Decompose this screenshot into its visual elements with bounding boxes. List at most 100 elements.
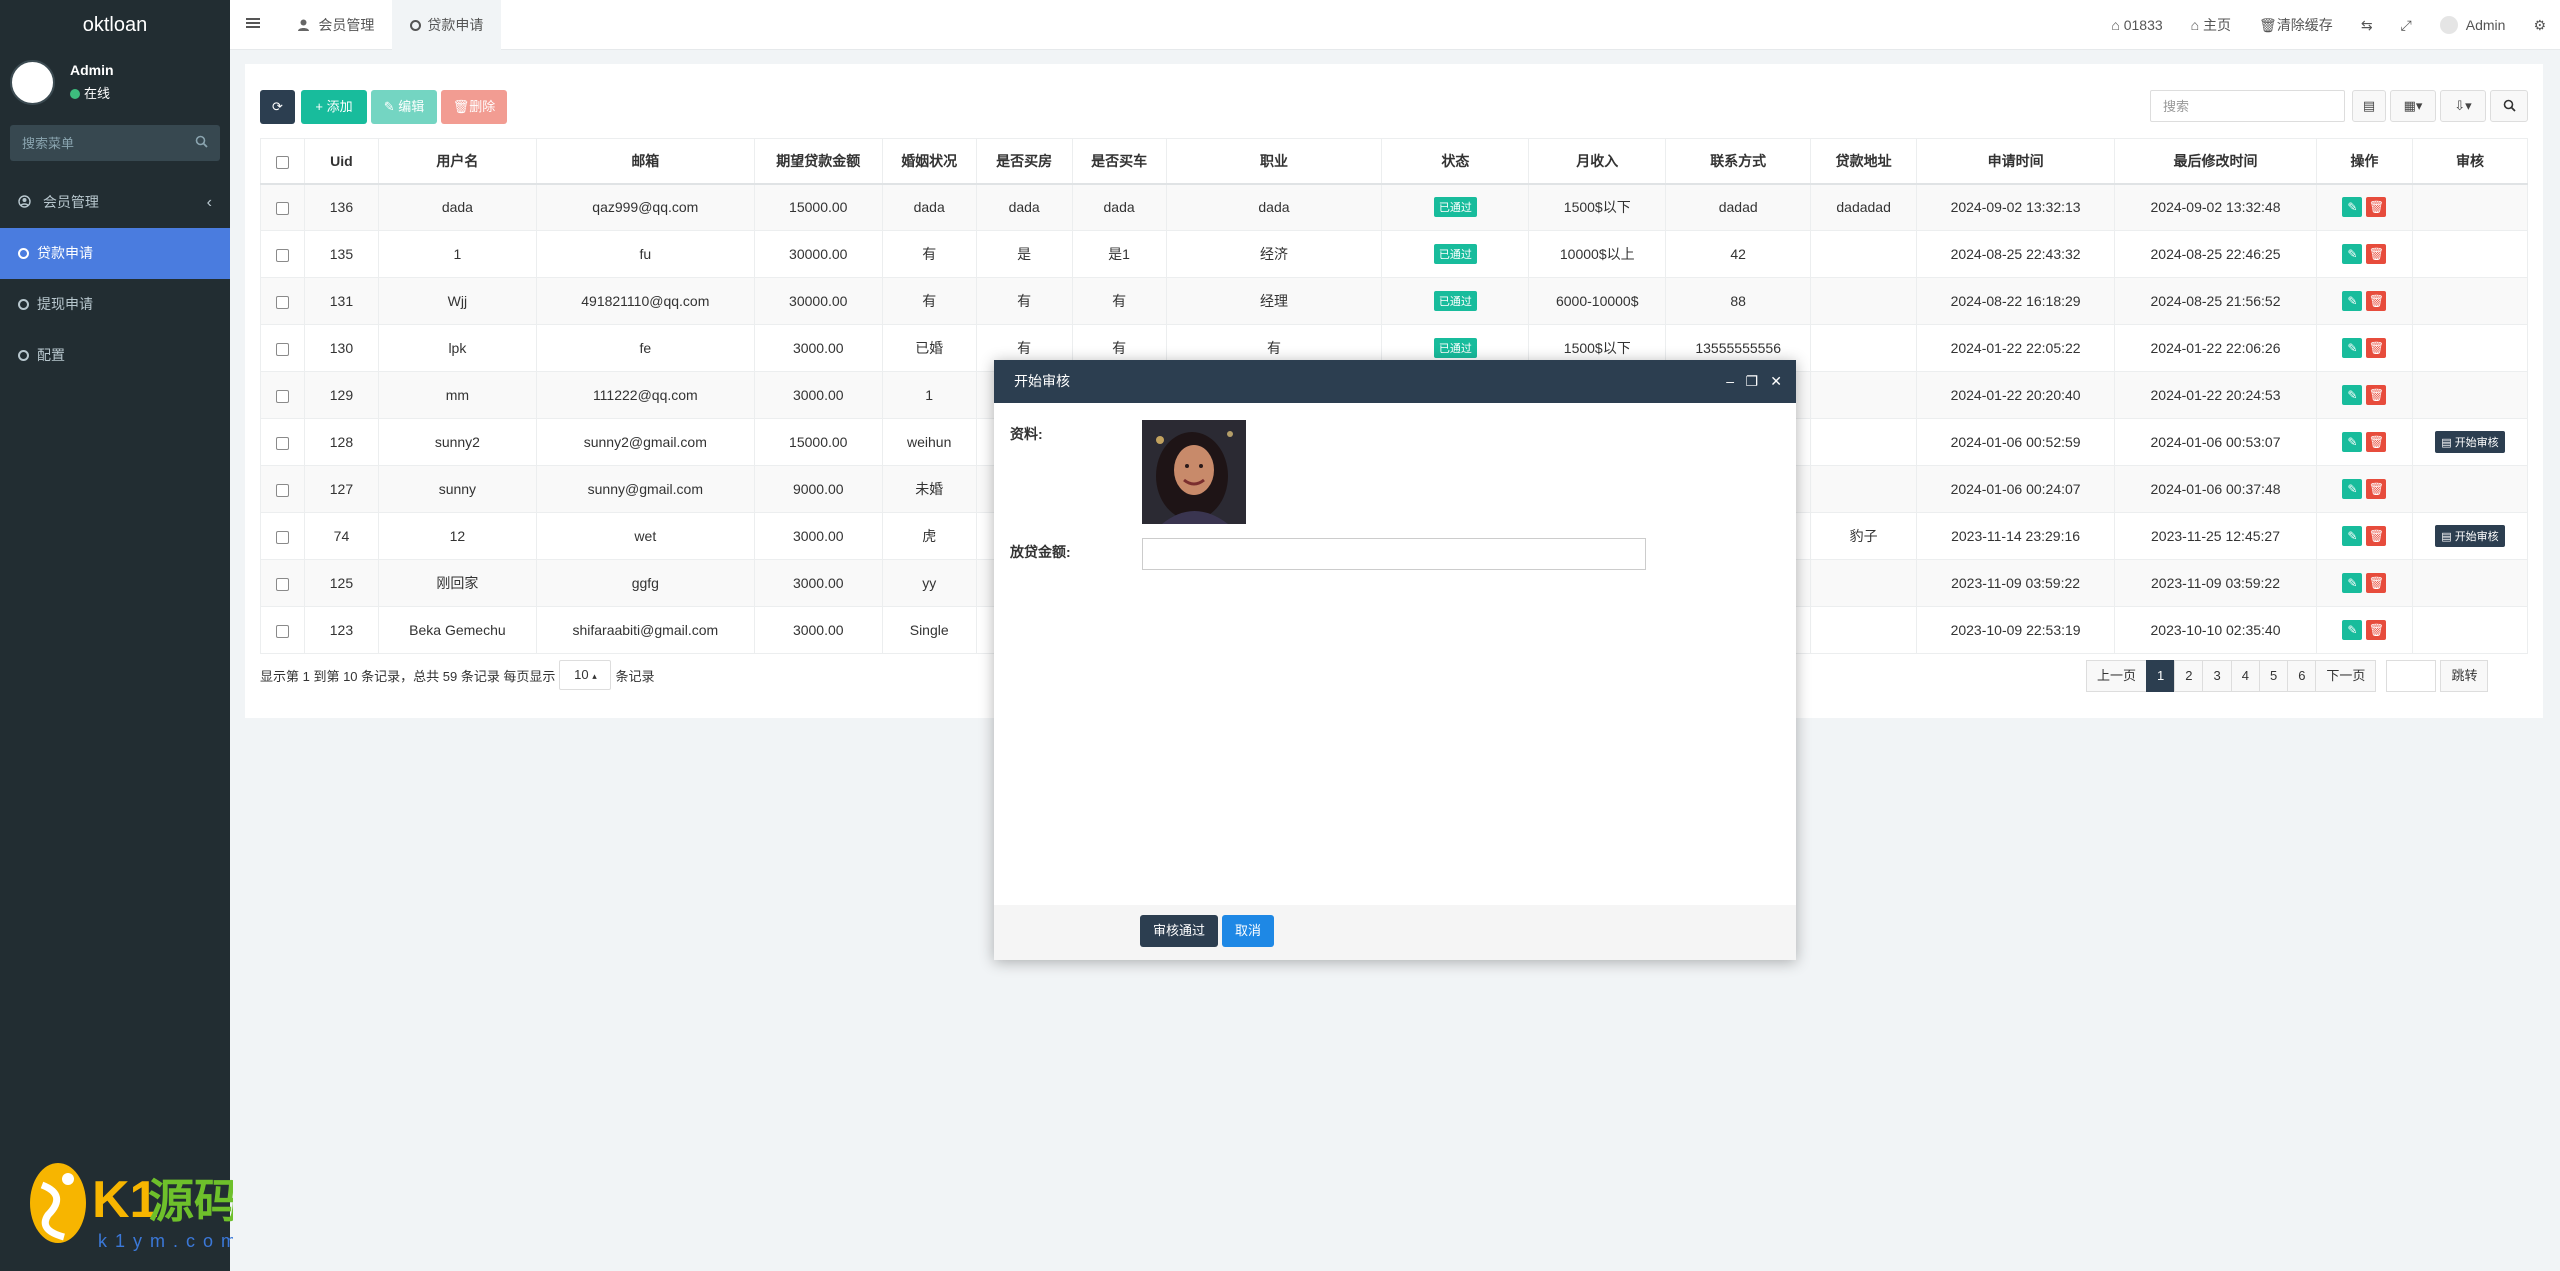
sidebar-search-input[interactable] — [10, 125, 220, 161]
delete-row-icon[interactable]: 🗑 — [2366, 291, 2387, 311]
delete-button[interactable]: 🗑删除 — [441, 90, 507, 124]
sidebar-item-member[interactable]: 会员管理 ‹ — [0, 177, 230, 228]
edit-button[interactable]: ✎ 编辑 — [371, 90, 437, 124]
page-next[interactable]: 下一页 — [2315, 660, 2377, 692]
edit-row-icon[interactable]: ✎ — [2342, 479, 2363, 499]
sidebar-item-loan[interactable]: 贷款申请 — [0, 228, 230, 279]
row-select-cell[interactable] — [260, 465, 305, 513]
row-checkbox[interactable] — [275, 202, 289, 216]
page-6[interactable]: 6 — [2287, 660, 2317, 692]
row-checkbox[interactable] — [275, 436, 289, 450]
page-2[interactable]: 2 — [2174, 660, 2204, 692]
translate-icon[interactable]: ⇆ — [2347, 17, 2387, 34]
clear-cache-button[interactable]: 🗑清除缓存 — [2245, 15, 2347, 35]
search-input[interactable] — [2150, 90, 2345, 122]
refresh-button[interactable]: ⟳ — [260, 90, 295, 124]
row-select-cell[interactable] — [260, 512, 305, 560]
cell-username: sunny — [377, 465, 537, 513]
select-all-checkbox[interactable] — [260, 138, 305, 185]
edit-row-icon[interactable]: ✎ — [2342, 526, 2363, 546]
row-select-cell[interactable] — [260, 371, 305, 419]
cell-modified-time: 2024-01-06 00:37:48 — [2114, 465, 2317, 513]
page-4[interactable]: 4 — [2230, 660, 2260, 692]
delete-row-icon[interactable]: 🗑 — [2366, 432, 2387, 452]
row-select-cell[interactable] — [260, 230, 305, 278]
page-5[interactable]: 5 — [2258, 660, 2289, 692]
table-row[interactable]: 136 dada qaz999@qq.com 15000.00 dada dada dada… — [260, 183, 2529, 231]
start-review-button[interactable]: ▤ 开始审核 — [2435, 525, 2505, 547]
row-select-cell[interactable] — [260, 418, 305, 466]
page-jump-button[interactable]: 跳转 — [2440, 660, 2489, 692]
loan-amount-input[interactable] — [1142, 538, 1646, 570]
table-row[interactable]: 131 Wjj 491821110@qq.com 30000.00 有有有经理 已通过 60… — [260, 277, 2529, 325]
search-button[interactable] — [2490, 90, 2528, 122]
row-select-cell[interactable] — [260, 559, 305, 607]
sidebar-item-config[interactable]: 配置 — [0, 330, 230, 381]
applicant-photo[interactable] — [1142, 420, 1246, 524]
row-checkbox[interactable] — [275, 624, 289, 638]
page-3[interactable]: 3 — [2202, 660, 2232, 692]
edit-row-icon[interactable]: ✎ — [2342, 197, 2363, 218]
row-checkbox[interactable] — [275, 577, 289, 591]
settings-icon[interactable]: ⚙ — [2519, 17, 2560, 34]
delete-row-icon[interactable]: 🗑 — [2366, 338, 2387, 358]
row-checkbox[interactable] — [275, 295, 289, 309]
cell-amount: 15000.00 — [753, 418, 883, 466]
edit-row-icon[interactable]: ✎ — [2342, 338, 2363, 358]
tab-member[interactable]: 会员管理 — [280, 0, 392, 50]
table-row[interactable]: 135 1 fu 30000.00 有是是1 经济 已通过 10000$以上 42 2024-08… — [260, 230, 2529, 278]
row-select-cell[interactable] — [260, 606, 305, 654]
maximize-icon[interactable]: ❐ — [1745, 360, 1758, 403]
page-size-select[interactable]: 10 ▴ — [559, 660, 612, 690]
search-icon[interactable] — [195, 135, 208, 151]
edit-row-icon[interactable]: ✎ — [2342, 573, 2363, 593]
checkbox[interactable] — [275, 155, 289, 169]
row-select-cell[interactable] — [260, 324, 305, 372]
add-button[interactable]: + 添加 — [301, 90, 367, 124]
cell-actions: ✎ 🗑 — [2315, 230, 2413, 278]
row-checkbox[interactable] — [275, 342, 289, 356]
delete-row-icon[interactable]: 🗑 — [2366, 244, 2387, 264]
admin-menu[interactable]: Admin — [2426, 16, 2520, 34]
edit-row-icon[interactable]: ✎ — [2342, 244, 2363, 264]
row-checkbox[interactable] — [275, 530, 289, 544]
brand-logo[interactable]: oktloan — [0, 0, 230, 50]
row-select-cell[interactable] — [260, 183, 305, 231]
minimize-icon[interactable]: – — [1726, 360, 1734, 403]
toggle-view-button[interactable]: ▤ — [2352, 90, 2386, 122]
edit-row-icon[interactable]: ✎ — [2342, 432, 2363, 452]
delete-row-icon[interactable]: 🗑 — [2366, 573, 2387, 593]
home-link[interactable]: ⌂ 主页 — [2177, 15, 2245, 35]
fullscreen-icon[interactable]: ⤢ — [2387, 17, 2426, 34]
columns-button[interactable]: ▦▾ — [2390, 90, 2436, 122]
edit-row-icon[interactable]: ✎ — [2342, 620, 2363, 640]
delete-row-icon[interactable]: 🗑 — [2366, 526, 2387, 546]
column-header: 操作 — [2315, 138, 2413, 185]
topbar-code[interactable]: ⌂ 01833 — [2097, 17, 2176, 33]
delete-row-icon[interactable]: 🗑 — [2366, 620, 2387, 640]
page-prev[interactable]: 上一页 — [2086, 660, 2148, 692]
sidebar-item-withdraw[interactable]: 提现申请 — [0, 279, 230, 330]
row-checkbox[interactable] — [275, 248, 289, 262]
delete-row-icon[interactable]: 🗑 — [2366, 197, 2387, 218]
cancel-button[interactable]: 取消 — [1222, 915, 1275, 947]
edit-row-icon[interactable]: ✎ — [2342, 291, 2363, 311]
close-icon[interactable]: ✕ — [1770, 360, 1782, 403]
delete-row-icon[interactable]: 🗑 — [2366, 385, 2387, 405]
cell-amount: 3000.00 — [753, 512, 883, 560]
edit-row-icon[interactable]: ✎ — [2342, 385, 2363, 405]
cell-address: 豹子 — [1810, 512, 1918, 560]
tab-loan[interactable]: 贷款申请 — [392, 0, 502, 50]
export-button[interactable]: ⇩▾ — [2440, 90, 2486, 122]
delete-row-icon[interactable]: 🗑 — [2366, 479, 2387, 499]
page-1[interactable]: 1 — [2146, 660, 2176, 692]
cell-uid: 128 — [303, 418, 379, 466]
cell-review: ▤ 开始审核 — [2411, 512, 2529, 560]
page-jump-input[interactable] — [2386, 660, 2437, 692]
start-review-button[interactable]: ▤ 开始审核 — [2435, 431, 2505, 453]
row-select-cell[interactable] — [260, 277, 305, 325]
row-checkbox[interactable] — [275, 483, 289, 497]
approve-button[interactable]: 审核通过 — [1140, 915, 1219, 947]
menu-toggle-icon[interactable] — [246, 14, 260, 35]
row-checkbox[interactable] — [275, 389, 289, 403]
